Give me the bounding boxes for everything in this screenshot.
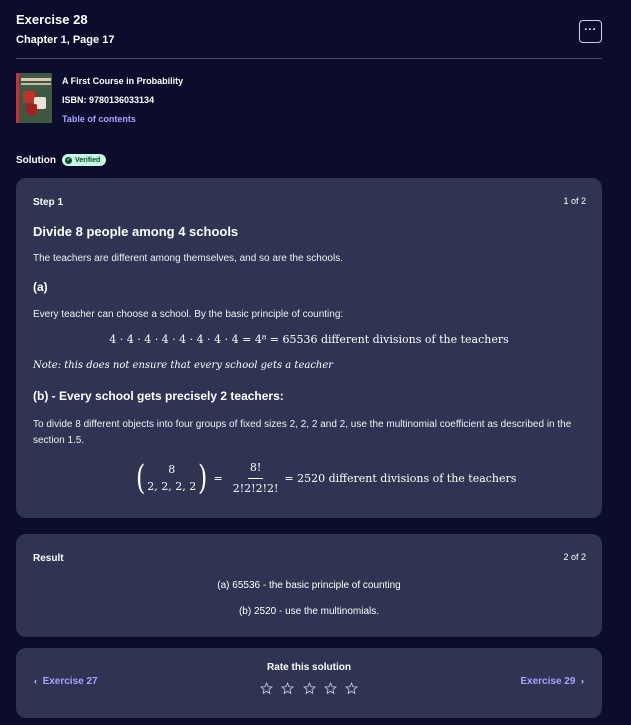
verified-badge-label: Verified bbox=[75, 156, 101, 164]
star-icon[interactable] bbox=[302, 682, 316, 695]
part-a-heading: (a) bbox=[33, 280, 48, 294]
equation-a: 4 · 4 · 4 · 4 · 4 · 4 · 4 · 4 = 4⁸ = 655… bbox=[109, 333, 509, 346]
rating-stars[interactable] bbox=[16, 682, 602, 700]
header-divider bbox=[16, 58, 602, 59]
next-exercise-link[interactable]: Exercise 29 › bbox=[520, 676, 584, 687]
binom-bottom: 2, 2, 2, 2 bbox=[147, 480, 197, 493]
rate-label: Rate this solution bbox=[267, 662, 351, 673]
factorial-fraction: 8! 2!2!2!2! bbox=[233, 460, 279, 497]
chevron-right-icon: › bbox=[581, 676, 584, 686]
step-intro: The teachers are different among themsel… bbox=[33, 253, 343, 264]
verified-badge: ✓ Verified bbox=[62, 154, 107, 166]
more-options-button[interactable]: ··· bbox=[579, 20, 602, 43]
book-isbn: ISBN: 9780136033134 bbox=[62, 95, 155, 105]
star-icon[interactable] bbox=[259, 682, 273, 695]
book-info-block: A First Course in Probability ISBN: 9780… bbox=[16, 73, 416, 125]
step-heading: Divide 8 people among 4 schools bbox=[33, 224, 239, 239]
star-icon[interactable] bbox=[345, 682, 359, 695]
table-of-contents-link[interactable]: Table of contents bbox=[62, 113, 183, 125]
solution-header: Solution ✓ Verified bbox=[16, 153, 107, 167]
result-line-b: (b) 2520 - use the multinomials. bbox=[238, 606, 380, 617]
result-label: Result bbox=[33, 553, 64, 564]
navigation-card: ‹ Exercise 27 Rate this solution Exercis… bbox=[16, 648, 602, 718]
result-line-a: (a) 65536 - the basic principle of count… bbox=[217, 580, 401, 591]
exercise-title: Exercise 28 bbox=[16, 12, 88, 27]
part-b-heading: (b) - Every school gets precisely 2 teac… bbox=[33, 389, 284, 403]
step-card: Step 1 1 of 2 Divide 8 people among 4 sc… bbox=[16, 178, 602, 518]
solution-label: Solution bbox=[16, 154, 56, 166]
part-a-text: Every teacher can choose a school. By th… bbox=[33, 309, 344, 320]
equation-b: ( 8 2, 2, 2, 2 ) = 8! 2!2!2!2! = 2520 di… bbox=[135, 458, 517, 498]
exercise-header: Exercise 28 Chapter 1, Page 17 ··· bbox=[16, 12, 602, 58]
check-circle-icon: ✓ bbox=[65, 156, 72, 164]
result-card: Result 2 of 2 (a) 65536 - the basic prin… bbox=[16, 534, 602, 637]
fraction-numerator: 8! bbox=[247, 460, 264, 479]
star-icon[interactable] bbox=[281, 682, 295, 695]
book-title[interactable]: A First Course in Probability bbox=[62, 75, 183, 87]
exercise-subtitle: Chapter 1, Page 17 bbox=[16, 34, 115, 46]
equation-b-result: = 2520 different divisions of the teache… bbox=[284, 471, 517, 485]
note-text: Note: this does not ensure that every sc… bbox=[33, 360, 334, 371]
step-label: Step 1 bbox=[33, 197, 64, 208]
step-count: 1 of 2 bbox=[563, 196, 586, 206]
fraction-denominator: 2!2!2!2! bbox=[232, 481, 279, 495]
binom-top: 8 bbox=[168, 463, 176, 476]
result-count: 2 of 2 bbox=[563, 552, 586, 562]
star-icon[interactable] bbox=[323, 682, 337, 695]
next-exercise-label: Exercise 29 bbox=[520, 676, 576, 687]
part-b-text: To divide 8 different objects into four … bbox=[33, 419, 572, 446]
book-cover-image[interactable] bbox=[16, 73, 52, 123]
multinomial-coefficient: ( 8 2, 2, 2, 2 ) bbox=[135, 458, 208, 498]
